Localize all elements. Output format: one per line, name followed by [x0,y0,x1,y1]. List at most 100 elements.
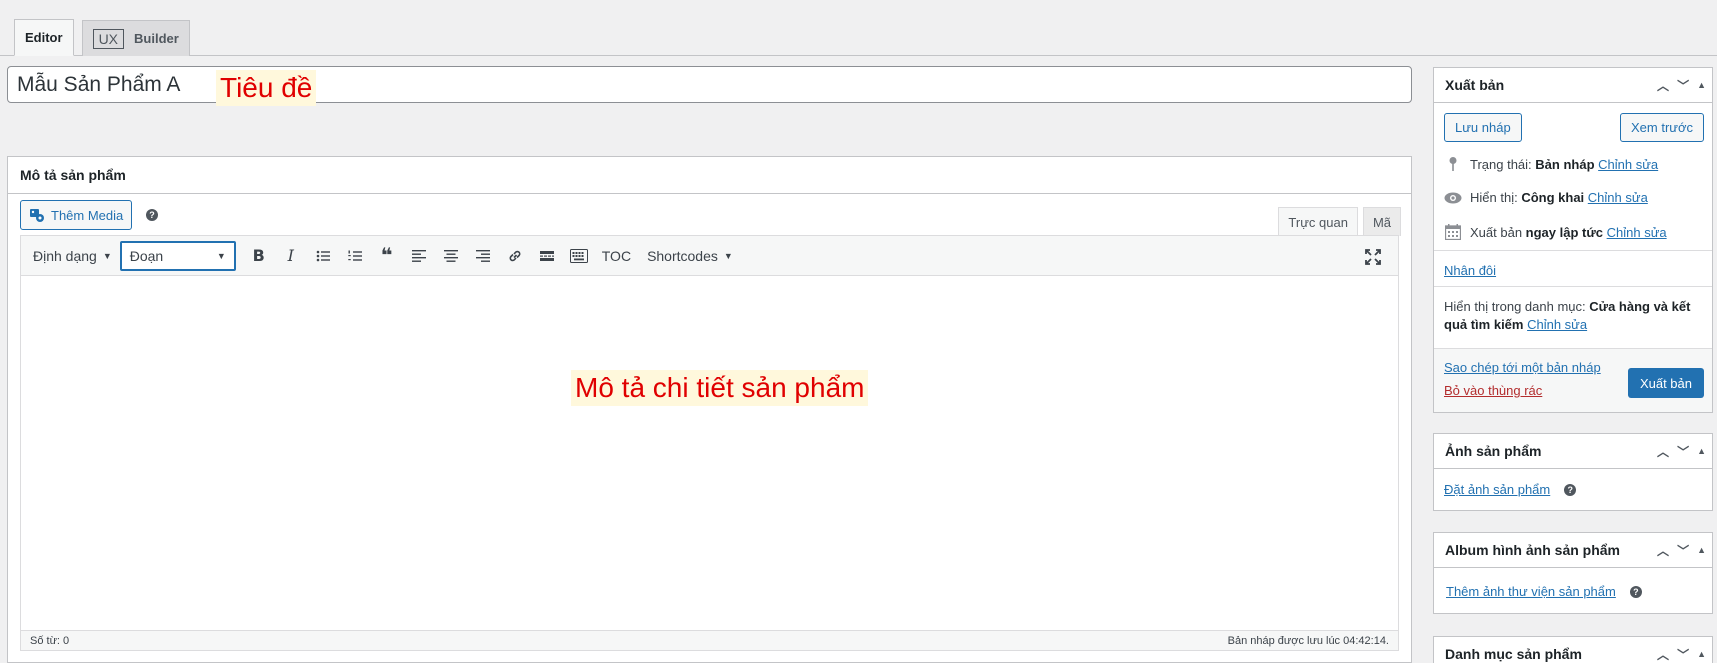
editor-statusbar: Số từ: 0 Bản nháp được lưu lúc 04:42:14. [21,630,1398,650]
visibility-row: Hiển thị: Công khai Chỉnh sửa [1444,190,1648,205]
product-gallery-header: Album hình ảnh sản phẩm ︿ ﹀ ▲ [1434,533,1712,568]
schedule-label: Xuất bản [1470,224,1523,240]
read-more-button[interactable] [532,241,562,271]
chevron-down-icon[interactable]: ﹀ [1677,542,1689,559]
toggle-triangle-icon[interactable]: ▲ [1697,545,1706,555]
bulleted-list-button[interactable] [308,241,338,271]
product-category-box: Danh mục sản phẩm ︿ ﹀ ▲ [1433,636,1713,663]
move-to-trash-link[interactable]: Bỏ vào thùng rác [1444,383,1542,398]
publish-box-title: Xuất bản [1445,77,1505,93]
edit-visibility-link[interactable]: Chỉnh sửa [1588,190,1648,205]
tabs-divider [0,55,1717,56]
product-gallery-box: Album hình ảnh sản phẩm ︿ ﹀ ▲ Thêm ảnh t… [1433,532,1713,614]
paragraph-select-value: Đoạn [129,247,164,264]
caret-down-icon: ▼ [723,250,733,261]
tab-visual[interactable]: Trực quan [1278,207,1358,236]
editor-mode-tabs: Trực quan Mã [1278,207,1401,236]
toggle-triangle-icon[interactable]: ▲ [1697,649,1706,659]
tab-ux-builder[interactable]: UX Builder [81,20,190,56]
save-draft-button[interactable]: Lưu nháp [1444,113,1522,142]
align-right-button[interactable] [468,241,498,271]
editor-tabs: Editor UX Builder [14,19,198,56]
set-image-row: Đặt ảnh sản phẩm ? [1444,482,1577,497]
status-row: Trạng thái: Bản nháp Chỉnh sửa [1444,156,1658,172]
editor-frame: Định dạng ▼ Đoạn ▼ B I ❝ TOC Shortcodes … [20,235,1399,651]
calendar-icon [1444,224,1462,240]
schedule-row: Xuất bản ngay lập tức Chỉnh sửa [1444,224,1667,240]
caret-down-icon: ▼ [102,250,112,261]
caret-down-icon: ▼ [216,250,226,261]
toolbar-toggle-button[interactable] [564,241,594,271]
add-media-button[interactable]: Thêm Media [20,200,133,230]
chevron-down-icon[interactable]: ﹀ [1677,646,1689,663]
chevron-up-icon[interactable]: ︿ [1657,443,1669,460]
edit-status-link[interactable]: Chỉnh sửa [1598,157,1658,172]
title-annotation: Tiêu đề [216,70,317,106]
fullscreen-icon [1365,249,1381,265]
align-center-button[interactable] [436,241,466,271]
italic-icon: I [287,246,294,265]
add-gallery-row: Thêm ảnh thư viện sản phẩm ? [1446,584,1642,599]
catalog-visibility: Hiển thị trong danh mục: Cửa hàng và kết… [1444,298,1704,334]
blockquote-icon: ❝ [380,245,393,267]
help-icon[interactable]: ? [146,209,158,221]
duplicate-link[interactable]: Nhân đôi [1444,263,1496,278]
chevron-down-icon[interactable]: ﹀ [1677,77,1689,94]
pin-icon [1444,156,1462,172]
chevron-up-icon[interactable]: ︿ [1657,646,1669,663]
add-gallery-images-link[interactable]: Thêm ảnh thư viện sản phẩm [1446,584,1616,599]
editor-content-area[interactable]: Mô tả chi tiết sản phẩm [21,276,1398,630]
numbered-list-button[interactable] [340,241,370,271]
tab-code[interactable]: Mã [1362,207,1401,236]
bold-button[interactable]: B [244,241,274,271]
product-image-title: Ảnh sản phẩm [1445,443,1542,459]
chevron-up-icon[interactable]: ︿ [1657,77,1669,94]
box-handles: ︿ ﹀ ▲ [1657,542,1706,559]
paragraph-select[interactable]: Đoạn ▼ [119,240,236,271]
set-product-image-link[interactable]: Đặt ảnh sản phẩm [1444,482,1550,497]
link-icon [509,250,521,261]
bold-icon: B [252,246,265,265]
help-icon[interactable]: ? [1629,585,1642,598]
publish-separator [1434,286,1712,287]
numbered-list-icon [348,250,362,261]
align-left-icon [411,249,426,262]
toggle-triangle-icon[interactable]: ▲ [1697,80,1706,90]
italic-button[interactable]: I [276,241,306,271]
fullscreen-button[interactable] [1358,242,1388,272]
align-center-icon [443,249,458,262]
word-count: Số từ: 0 [30,634,70,647]
product-gallery-title: Album hình ảnh sản phẩm [1445,542,1621,558]
tab-ux-builder-label: Builder [134,31,179,46]
status-label: Trạng thái: [1470,156,1532,172]
product-image-box: Ảnh sản phẩm ︿ ﹀ ▲ Đặt ảnh sản phẩm ? [1433,433,1713,511]
media-icon [30,209,44,222]
product-title-value: Mẫu Sản Phẩm A [17,72,181,96]
preview-button[interactable]: Xem trước [1619,113,1704,142]
product-category-title: Danh mục sản phẩm [1445,646,1582,662]
help-icon[interactable]: ? [1564,483,1577,496]
visibility-value: Công khai [1521,190,1585,205]
publish-button[interactable]: Xuất bản [1627,368,1704,398]
toc-button[interactable]: TOC [594,248,639,264]
edit-catalog-link[interactable]: Chỉnh sửa [1527,317,1587,332]
ux-logo-badge: UX [92,28,125,49]
insert-link-button[interactable] [500,241,530,271]
publish-box: Xuất bản ︿ ﹀ ▲ Lưu nháp Xem trước Trạng … [1433,67,1713,413]
chevron-up-icon[interactable]: ︿ [1657,542,1669,559]
read-more-icon [539,250,554,261]
eye-icon [1444,192,1462,204]
tab-editor[interactable]: Editor [14,19,74,56]
product-description-box: Mô tả sản phẩm Thêm Media ? Trực quan Mã… [7,156,1412,663]
copy-to-draft-link[interactable]: Sao chép tới một bản nháp [1444,360,1601,375]
chevron-down-icon[interactable]: ﹀ [1677,443,1689,460]
align-left-button[interactable] [404,241,434,271]
format-dropdown[interactable]: Định dạng ▼ [25,248,120,264]
keyboard-icon [569,248,588,263]
toggle-triangle-icon[interactable]: ▲ [1697,446,1706,456]
shortcodes-dropdown[interactable]: Shortcodes ▼ [639,248,741,264]
blockquote-button[interactable]: ❝ [372,241,402,271]
autosave-status: Bản nháp được lưu lúc 04:42:14. [1227,634,1389,647]
edit-schedule-link[interactable]: Chỉnh sửa [1607,225,1667,240]
catalog-value: Cửa hàng và kết [1589,299,1691,314]
